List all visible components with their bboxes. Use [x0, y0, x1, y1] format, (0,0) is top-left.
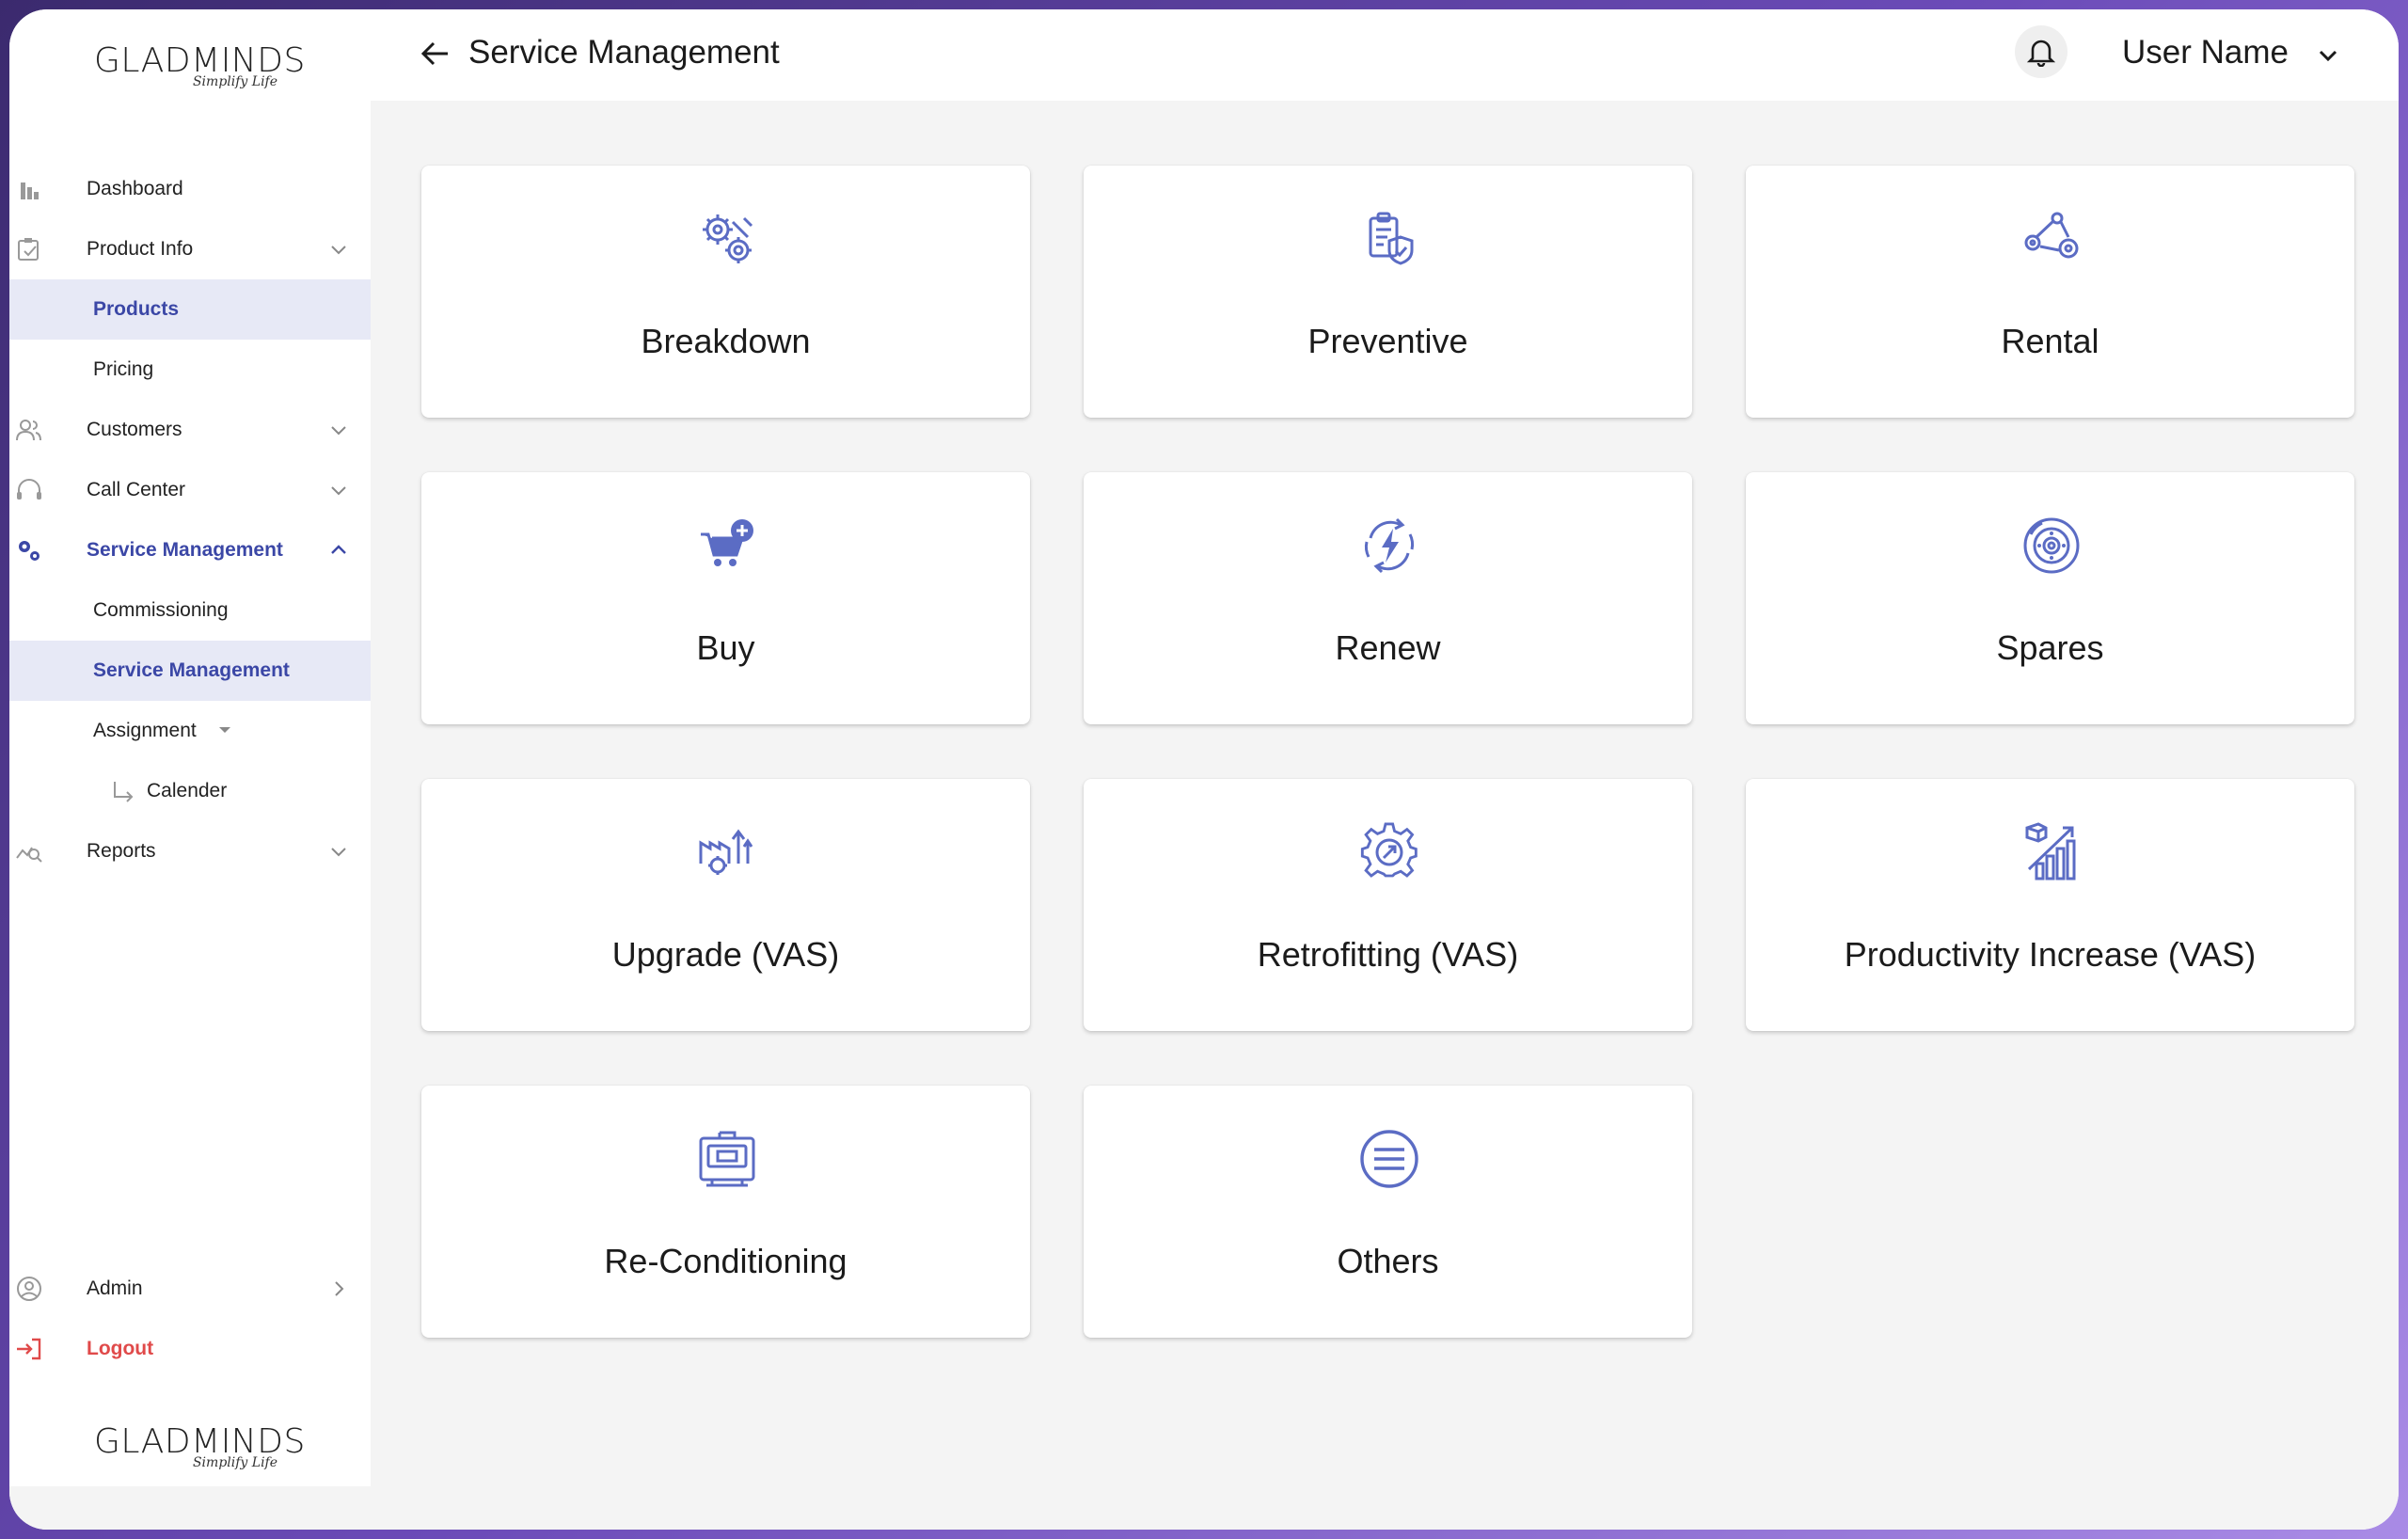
sidebar-item-reports[interactable]: Reports — [9, 821, 371, 881]
chevron-down-icon[interactable] — [2316, 43, 2340, 68]
sidebar-item-label: Service Management — [87, 539, 283, 561]
card-upgrade-vas[interactable]: Upgrade (VAS) — [421, 779, 1030, 1031]
sidebar-item-label: Calender — [147, 780, 228, 801]
sidebar-item-label: Service Management — [93, 659, 290, 681]
chart-search-icon — [16, 847, 42, 863]
card-label: Upgrade (VAS) — [611, 935, 840, 974]
card-spares[interactable]: Spares — [1746, 472, 2354, 724]
card-breakdown[interactable]: Breakdown — [421, 166, 1030, 418]
sidebar-item-label: Product Info — [87, 238, 194, 260]
factory-upgrade-icon — [699, 829, 753, 875]
page-title: Service Management — [468, 34, 780, 71]
chevron-up-icon — [331, 545, 346, 554]
growth-chart-icon — [2025, 822, 2076, 881]
chevron-down-icon — [331, 426, 346, 436]
sidebar-nav: Dashboard Product Info Products Pricing — [9, 159, 371, 881]
app-window: GLADMINDS Simplify Life Dashboard Produc… — [9, 9, 2399, 1530]
sidebar-item-service-management-sub[interactable]: Service Management — [9, 641, 371, 701]
sidebar-item-dashboard[interactable]: Dashboard — [9, 159, 371, 219]
notifications-button[interactable] — [2015, 25, 2067, 78]
sidebar-item-label: Dashboard — [87, 178, 183, 199]
sidebar-item-logout[interactable]: Logout — [9, 1319, 371, 1379]
sub-arrow-icon — [114, 782, 134, 802]
card-label: Preventive — [1307, 322, 1468, 360]
sidebar-item-products[interactable]: Products — [9, 279, 371, 340]
card-label: Retrofitting (VAS) — [1257, 935, 1519, 974]
user-name[interactable]: User Name — [2122, 34, 2289, 71]
card-label: Re-Conditioning — [604, 1242, 848, 1280]
clipboard-check-icon — [18, 238, 39, 261]
card-rental[interactable]: Rental — [1746, 166, 2354, 418]
sidebar-item-label: Customers — [87, 419, 182, 440]
card-productivity-increase-vas[interactable]: Productivity Increase (VAS) — [1746, 779, 2354, 1031]
sidebar-item-service-management[interactable]: Service Management — [9, 520, 371, 580]
sidebar: GLADMINDS Simplify Life Dashboard Produc… — [9, 9, 371, 1486]
sidebar-item-calender[interactable]: Calender — [9, 761, 371, 821]
card-preventive[interactable]: Preventive — [1084, 166, 1692, 418]
brake-disc-icon — [2023, 517, 2080, 574]
card-label: Rental — [2001, 322, 2099, 360]
caret-down-icon — [219, 727, 230, 733]
sidebar-item-admin[interactable]: Admin — [9, 1259, 371, 1319]
users-icon — [16, 420, 41, 441]
clipboard-shield-icon — [1369, 212, 1414, 265]
headset-icon — [17, 479, 41, 500]
cart-plus-icon — [701, 519, 753, 566]
card-label: Others — [1337, 1242, 1439, 1280]
sidebar-item-pricing[interactable]: Pricing — [9, 340, 371, 400]
logout-icon — [17, 1338, 41, 1360]
sidebar-item-label: Admin — [87, 1277, 143, 1299]
card-label: Productivity Increase (VAS) — [1844, 935, 2257, 974]
sidebar-item-product-info[interactable]: Product Info — [9, 219, 371, 279]
sidebar-item-label: Logout — [87, 1338, 154, 1359]
logo-top: GLADMINDS Simplify Life — [94, 41, 305, 89]
sidebar-item-customers[interactable]: Customers — [9, 400, 371, 460]
sidebar-item-assignment[interactable]: Assignment — [9, 701, 371, 761]
gear-arrow-icon — [1360, 822, 1418, 878]
chevron-down-icon — [331, 246, 346, 255]
chevron-right-icon — [335, 1281, 344, 1296]
gears-wrench-icon — [703, 214, 753, 263]
card-label: Spares — [1996, 628, 2104, 667]
machine-toolbox-icon — [699, 1131, 755, 1187]
sidebar-item-call-center[interactable]: Call Center — [9, 460, 371, 520]
main-content: Breakdown Preventive Rental Buy Renew Sp… — [371, 101, 2399, 1486]
chevron-down-icon — [331, 486, 346, 496]
top-header: Service Management User Name — [371, 9, 2399, 101]
sidebar-item-label: Assignment — [93, 720, 197, 741]
card-others[interactable]: Others — [1084, 1086, 1692, 1338]
card-renew[interactable]: Renew — [1084, 472, 1692, 724]
card-label: Breakdown — [641, 322, 811, 360]
sidebar-item-label: Products — [93, 298, 180, 320]
card-label: Buy — [696, 628, 755, 667]
bar-chart-icon — [21, 182, 39, 199]
bottom-strip — [9, 1486, 2399, 1530]
logo-bottom: GLADMINDS Simplify Life — [94, 1422, 305, 1470]
chevron-down-icon — [331, 848, 346, 857]
card-buy[interactable]: Buy — [421, 472, 1030, 724]
back-arrow-icon[interactable] — [420, 38, 452, 70]
sidebar-item-label: Pricing — [93, 358, 154, 380]
card-re-conditioning[interactable]: Re-Conditioning — [421, 1086, 1030, 1338]
sidebar-item-label: Commissioning — [93, 599, 229, 621]
user-circle-icon — [17, 1277, 41, 1301]
bell-icon — [2027, 40, 2055, 67]
lightning-refresh-icon — [1364, 517, 1415, 574]
robot-arm-icon — [2024, 212, 2079, 259]
gears-icon — [19, 541, 40, 561]
menu-lines-icon — [1360, 1130, 1418, 1188]
card-retrofitting-vas[interactable]: Retrofitting (VAS) — [1084, 779, 1692, 1031]
sidebar-item-commissioning[interactable]: Commissioning — [9, 580, 371, 641]
card-label: Renew — [1335, 628, 1441, 667]
sidebar-item-label: Call Center — [87, 479, 186, 500]
sidebar-item-label: Reports — [87, 840, 156, 862]
